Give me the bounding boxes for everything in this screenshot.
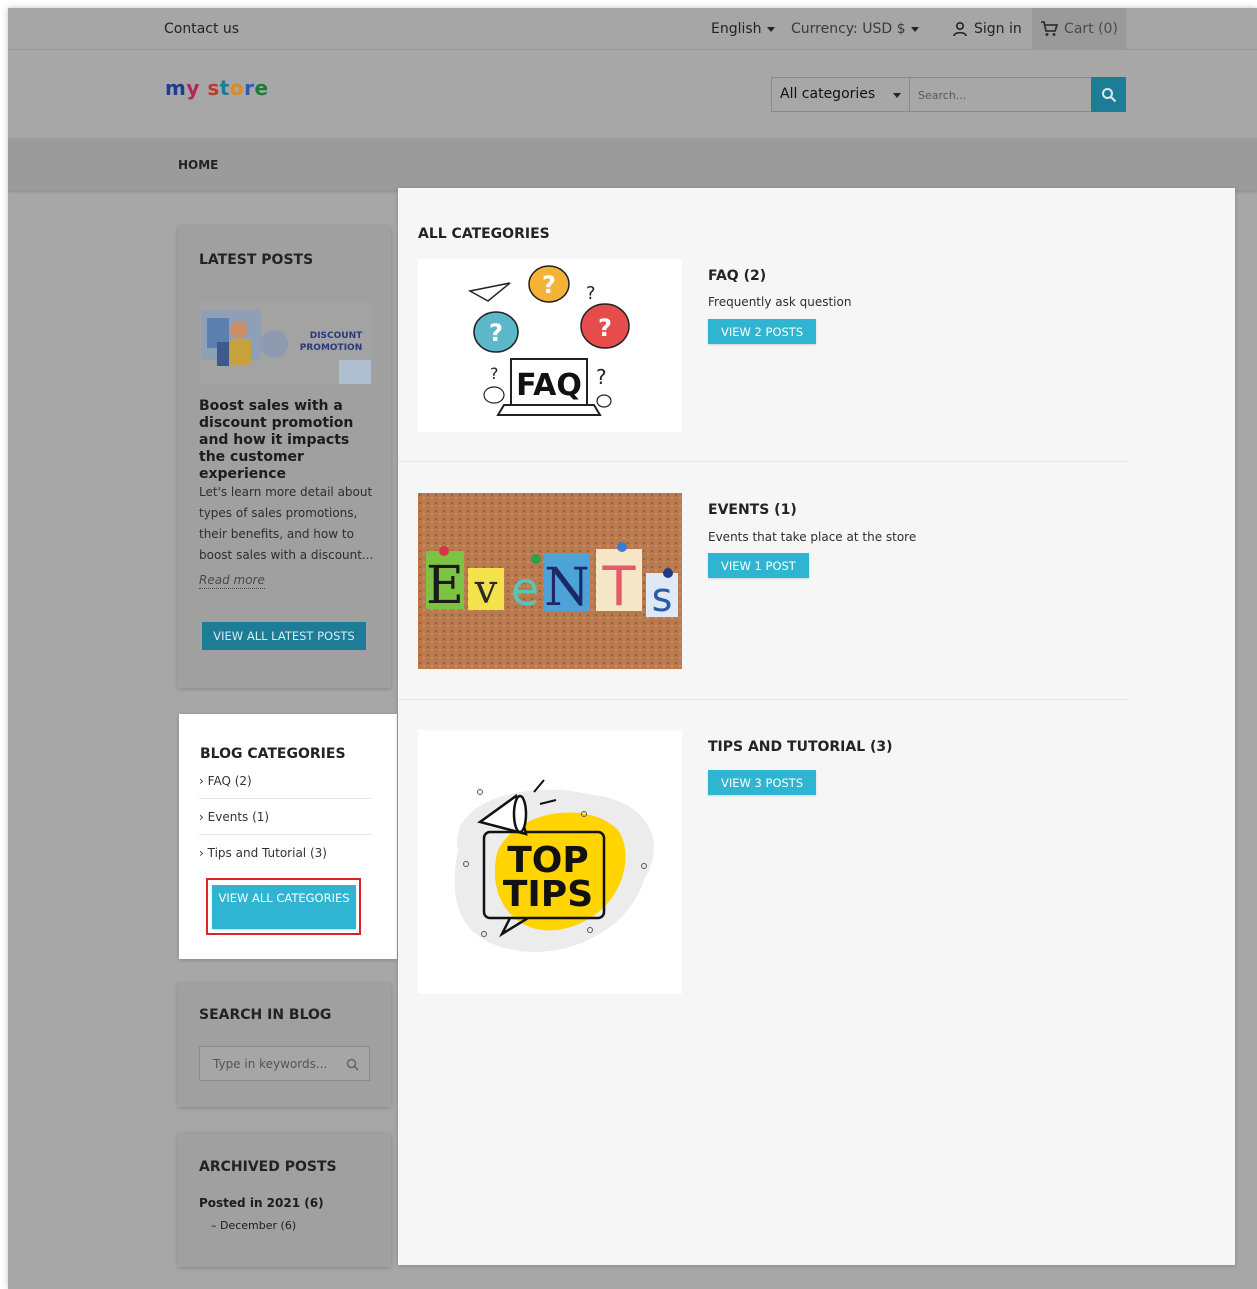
view-posts-button[interactable]: VIEW 3 POSTS [708,770,817,795]
search-icon[interactable] [346,1058,359,1071]
page-frame: Contact us English Currency: USD $ Sign … [8,8,1257,1289]
post-thumbnail[interactable]: DISCOUNT PROMOTION [199,302,371,384]
divider [398,699,1128,700]
language-label: English [711,21,762,37]
category-select[interactable]: All categories [771,77,910,112]
svg-text:?: ? [598,314,612,342]
blog-search-placeholder: Type in keywords... [213,1057,328,1071]
svg-text:E: E [426,556,464,616]
blog-category-item[interactable]: › Tips and Tutorial (3) [199,846,371,870]
blog-categories-title: BLOG CATEGORIES [200,746,346,762]
chevron-right-icon: › [199,846,204,860]
category-description: Frequently ask question [708,295,852,309]
faq-image-text: FAQ [516,368,582,403]
site-header: my store All categories Search... [8,50,1257,138]
thumb-text-line2: PROMOTION [300,343,362,353]
chevron-down-icon [893,93,901,98]
thumb-text-line1: DISCOUNT [310,331,363,341]
main-content: ALL CATEGORIES ? ? ? ? ? ? FAQ FAQ (2) F… [398,188,1235,1265]
category-label: FAQ (2) [207,774,252,788]
contact-us-link[interactable]: Contact us [164,21,239,37]
faq-image[interactable]: ? ? ? ? ? ? FAQ [418,259,682,432]
read-more-link[interactable]: Read more [199,573,265,589]
svg-text:?: ? [542,271,556,299]
svg-text:?: ? [596,365,607,389]
category-title[interactable]: EVENTS (1) [708,502,797,518]
currency-label: Currency: USD $ [791,21,906,37]
blog-categories-block: BLOG CATEGORIES › FAQ (2) › Events (1) ›… [179,714,397,959]
category-select-value: All categories [780,86,876,102]
category-title[interactable]: TIPS AND TUTORIAL (3) [708,739,893,755]
search-button[interactable] [1091,77,1126,112]
blog-search-input[interactable]: Type in keywords... [199,1046,370,1081]
archived-posts-block: ARCHIVED POSTS Posted in 2021 (6) – Dece… [178,1133,391,1267]
discount-promotion-image: DISCOUNT PROMOTION [199,302,371,384]
sign-in-link[interactable]: Sign in [952,21,1022,37]
tips-image[interactable]: TOP TIPS [418,730,682,994]
archive-month-link[interactable]: – December (6) [211,1219,296,1232]
faq-illustration: ? ? ? ? ? ? FAQ [418,259,682,432]
cart-label: Cart (0) [1064,21,1118,37]
language-selector[interactable]: English [711,21,775,37]
view-all-latest-posts-button[interactable]: VIEW ALL LATEST POSTS [202,622,366,650]
cart-button[interactable]: Cart (0) [1032,8,1126,50]
category-label: Tips and Tutorial (3) [207,846,327,860]
category-title[interactable]: FAQ (2) [708,268,766,284]
archived-posts-title: ARCHIVED POSTS [199,1159,337,1175]
svg-text:N: N [544,558,590,618]
archive-year-link[interactable]: Posted in 2021 (6) [199,1196,324,1210]
view-all-categories-button[interactable]: VIEW ALL CATEGORIES [212,885,356,929]
currency-selector[interactable]: Currency: USD $ [791,21,919,37]
view-posts-button[interactable]: VIEW 1 POST [708,553,809,578]
events-illustration: E v e N T s [418,493,682,669]
blog-category-item[interactable]: › FAQ (2) [199,774,371,799]
svg-text:e: e [511,562,539,616]
chevron-down-icon [910,26,919,32]
latest-posts-block: LATEST POSTS DISCOUNT PROMOTION Boost sa… [178,226,391,688]
view-posts-button[interactable]: VIEW 2 POSTS [708,319,817,344]
main-menu: HOME [8,138,1257,190]
blog-category-item[interactable]: › Events (1) [199,810,371,835]
category-label: Events (1) [207,810,270,824]
post-title[interactable]: Boost sales with a discount promotion an… [199,398,374,483]
svg-text:v: v [474,567,498,613]
search-placeholder: Search... [918,89,967,102]
page-title: ALL CATEGORIES [418,226,550,242]
chevron-right-icon: › [199,774,204,788]
chevron-right-icon: › [199,810,204,824]
search-input[interactable]: Search... [910,77,1092,112]
menu-item-home[interactable]: HOME [178,158,218,172]
sign-in-label: Sign in [974,21,1022,37]
category-description: Events that take place at the store [708,530,917,544]
svg-text:s: s [652,575,673,621]
store-logo[interactable]: my store [165,76,269,100]
search-icon [1101,87,1116,102]
search-blog-block: SEARCH IN BLOG Type in keywords... [178,983,391,1107]
tips-image-line2: TIPS [503,874,593,915]
user-icon [953,21,967,37]
top-nav: Contact us English Currency: USD $ Sign … [8,8,1257,50]
svg-text:?: ? [490,364,499,383]
post-excerpt: Let's learn more detail about types of s… [199,485,374,562]
chevron-down-icon [766,26,775,32]
latest-posts-title: LATEST POSTS [199,252,314,268]
search-blog-title: SEARCH IN BLOG [199,1007,332,1023]
svg-text:?: ? [489,319,503,347]
top-tips-illustration: TOP TIPS [418,730,682,994]
svg-text:T: T [602,555,637,618]
svg-text:?: ? [586,283,596,304]
events-image[interactable]: E v e N T s [418,493,682,669]
cart-icon [1041,21,1059,36]
divider [398,461,1128,462]
